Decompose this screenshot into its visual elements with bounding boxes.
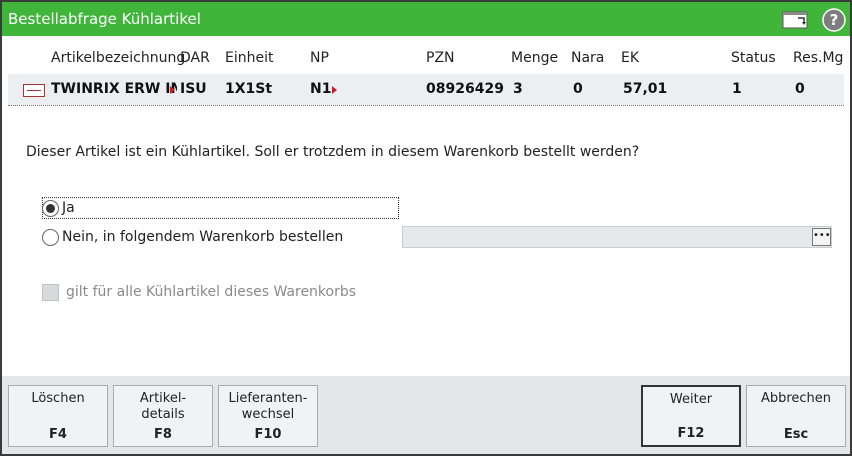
supplier-change-button-label: Lieferanten- wechsel [228, 391, 308, 422]
cell-pzn: 08926429 [426, 81, 504, 97]
grid-header: Artikelbezeichnung DAR Einheit NP PZN Me… [2, 48, 850, 70]
help-icon[interactable]: ? [822, 8, 846, 32]
col-artikelbezeichnung[interactable]: Artikelbezeichnung [51, 50, 185, 66]
np-flag-icon [332, 86, 337, 94]
radio-no-button[interactable] [42, 229, 59, 246]
continue-button[interactable]: Weiter F12 [641, 385, 741, 447]
cell-menge: 3 [513, 81, 523, 97]
radio-yes[interactable]: Ja [42, 197, 399, 219]
cancel-button-key: Esc [783, 427, 809, 442]
radio-no-label[interactable]: Nein, in folgendem Warenkorb bestellen [62, 229, 343, 245]
supplier-change-button[interactable]: Lieferanten- wechsel F10 [218, 385, 318, 447]
cancel-button-label: Abbrechen [760, 391, 832, 406]
col-np[interactable]: NP [310, 50, 329, 66]
basket-browse-button[interactable]: ••• [812, 228, 831, 246]
col-dar[interactable]: DAR [180, 50, 210, 66]
cell-dar: ISU [180, 81, 207, 97]
article-details-button-label: Artikel- details [139, 391, 187, 422]
col-nara[interactable]: Nara [571, 50, 604, 66]
delete-button-label: Löschen [31, 391, 85, 406]
cell-einheit: 1X1St [225, 81, 273, 97]
window-settings-icon[interactable] [782, 10, 812, 30]
footer-bar: Löschen F4 Artikel- details F8 Lieferant… [2, 376, 850, 454]
info-flag-icon [170, 86, 175, 94]
table-row[interactable]: TWINRIX ERW IM ISU 1X1St N1 08926429 3 0… [8, 74, 844, 106]
title-bar: Bestellabfrage Kühlartikel ? [2, 2, 850, 36]
svg-text:?: ? [830, 11, 839, 29]
cell-ek: 57,01 [623, 81, 668, 97]
col-status[interactable]: Status [731, 50, 776, 66]
window-title: Bestellabfrage Kühlartikel [8, 10, 201, 28]
basket-input[interactable] [402, 226, 832, 248]
continue-button-label: Weiter [669, 392, 713, 407]
dialog-window: Bestellabfrage Kühlartikel ? Artikelbeze… [0, 0, 852, 456]
col-ek[interactable]: EK [621, 50, 639, 66]
apply-all-label: gilt für alle Kühlartikel dieses Warenko… [66, 284, 357, 300]
continue-button-key: F12 [677, 426, 705, 441]
col-menge[interactable]: Menge [511, 50, 558, 66]
supplier-change-button-key: F10 [254, 427, 282, 442]
article-details-button[interactable]: Artikel- details F8 [113, 385, 213, 447]
delete-button[interactable]: Löschen F4 [8, 385, 108, 447]
radio-no[interactable]: Nein, in folgendem Warenkorb bestellen [42, 226, 382, 248]
cell-status: 1 [732, 81, 742, 97]
cell-name: TWINRIX ERW IM [51, 81, 177, 97]
col-pzn[interactable]: PZN [426, 50, 455, 66]
radio-yes-label[interactable]: Ja [62, 200, 75, 216]
article-details-button-key: F8 [154, 427, 172, 442]
delete-button-key: F4 [49, 427, 67, 442]
article-card-icon [23, 84, 45, 97]
col-einheit[interactable]: Einheit [225, 50, 273, 66]
question-text: Dieser Artikel ist ein Kühlartikel. Soll… [26, 144, 640, 160]
cell-resmg: 0 [795, 81, 805, 97]
radio-yes-button[interactable] [42, 200, 59, 217]
cancel-button[interactable]: Abbrechen Esc [746, 385, 846, 447]
cell-np: N1 [310, 81, 332, 97]
cell-nara: 0 [573, 81, 583, 97]
col-resmg[interactable]: Res.Mg [793, 50, 843, 66]
apply-all-checkbox [42, 284, 59, 301]
